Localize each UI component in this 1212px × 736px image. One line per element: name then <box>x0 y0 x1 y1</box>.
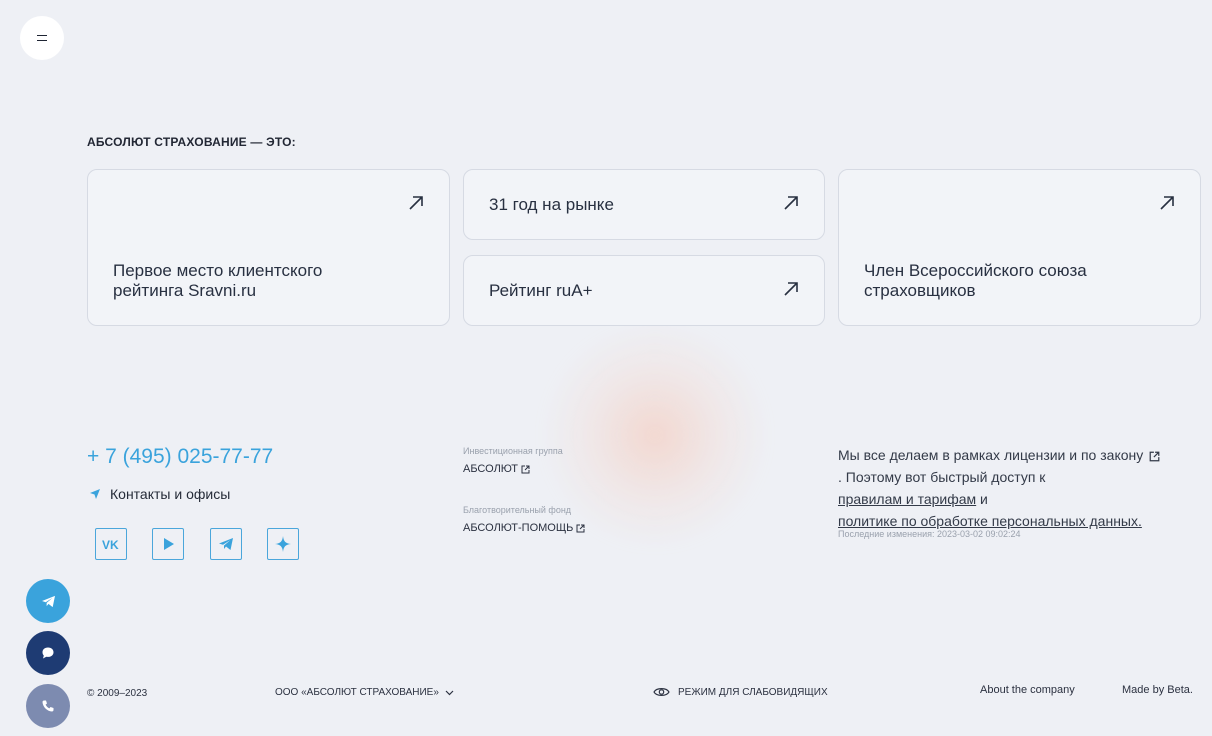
license-continuation: . Поэтому вот быстрый доступ к <box>838 469 1046 485</box>
partner-caption: Инвестиционная группа <box>463 446 563 456</box>
call-button[interactable] <box>26 684 70 728</box>
section-title: АБСОЛЮТ СТРАХОВАНИЕ — ЭТО: <box>87 135 296 149</box>
company-dropdown[interactable]: ООО «АБСОЛЮТ СТРАХОВАНИЕ» <box>275 687 454 698</box>
card-label: Первое место клиентского рейтинга Sravni… <box>113 261 323 300</box>
accessibility-mode-label: РЕЖИМ ДЛЯ СЛАБОВИДЯЩИХ <box>678 686 828 698</box>
contacts-offices-label: Контакты и офисы <box>110 486 231 502</box>
about-company-link[interactable]: About the company <box>980 684 1075 696</box>
telegram-icon <box>219 538 233 550</box>
privacy-policy-link[interactable]: политике по обработке персональных данны… <box>838 513 1142 529</box>
arrow-up-right-icon <box>784 196 798 210</box>
telegram-chat-button[interactable] <box>26 579 70 623</box>
license-text: Мы все делаем в рамках лицензии и по зак… <box>838 444 1168 532</box>
zen-icon <box>275 536 291 552</box>
vk-button[interactable]: VK <box>95 528 127 560</box>
card-rating-rua[interactable]: Рейтинг ruA+ <box>463 255 825 326</box>
company-label: ООО «АБСОЛЮТ СТРАХОВАНИЕ» <box>275 687 439 698</box>
copyright: © 2009–2023 <box>87 688 148 699</box>
partner-link-label: АБСОЛЮТ-ПОМОЩЬ <box>463 522 574 534</box>
zen-button[interactable] <box>267 528 299 560</box>
chat-bubble-icon <box>42 647 54 659</box>
partner-link-absolut[interactable]: АБСОЛЮТ <box>463 463 530 475</box>
chat-button[interactable] <box>26 631 70 675</box>
menu-icon <box>37 35 47 41</box>
chevron-down-icon <box>445 690 454 695</box>
phone-icon <box>42 700 54 712</box>
svg-text:VK: VK <box>102 538 119 550</box>
contacts-offices-link[interactable]: Контакты и офисы <box>89 486 230 502</box>
youtube-button[interactable] <box>152 528 184 560</box>
made-by-link[interactable]: Made by Beta. <box>1122 684 1193 696</box>
partner-link-pomosh[interactable]: АБСОЛЮТ-ПОМОЩЬ <box>463 522 585 534</box>
telegram-icon <box>41 595 55 607</box>
card-insurers-union[interactable]: Член Всероссийского союза страховщиков <box>838 169 1201 326</box>
youtube-icon <box>164 538 174 550</box>
rules-tariffs-link[interactable]: правилам и тарифам <box>838 491 976 507</box>
eye-icon <box>653 688 670 696</box>
partner-link-label: АБСОЛЮТ <box>463 463 518 475</box>
external-link-icon <box>576 524 585 532</box>
arrow-up-right-icon <box>1160 196 1174 210</box>
phone-link[interactable]: + 7 (495) 025-77-77 <box>87 445 273 469</box>
external-link-icon <box>521 465 530 473</box>
location-arrow-icon <box>90 489 100 499</box>
menu-button[interactable] <box>20 16 64 60</box>
license-and: и <box>976 491 988 507</box>
arrow-up-right-icon <box>409 196 423 210</box>
last-updated: Последние изменения: 2023-03-02 09:02:24 <box>838 529 1021 539</box>
vk-icon: VK <box>102 538 119 550</box>
decorative-blob <box>540 320 770 550</box>
arrow-up-right-icon <box>784 282 798 296</box>
card-sravni-rating[interactable]: Первое место клиентского рейтинга Sravni… <box>87 169 450 326</box>
partner-caption: Благотворительный фонд <box>463 505 572 515</box>
card-years-on-market[interactable]: 31 год на рынке <box>463 169 825 240</box>
card-label: 31 год на рынке <box>489 195 614 214</box>
card-label: Рейтинг ruA+ <box>489 281 593 300</box>
card-label: Член Всероссийского союза страховщиков <box>864 261 1087 300</box>
accessibility-mode-button[interactable]: РЕЖИМ ДЛЯ СЛАБОВИДЯЩИХ <box>653 686 828 698</box>
telegram-button[interactable] <box>210 528 242 560</box>
external-link-icon[interactable] <box>1149 451 1160 462</box>
license-intro: Мы все делаем в рамках лицензии и по зак… <box>838 447 1144 463</box>
